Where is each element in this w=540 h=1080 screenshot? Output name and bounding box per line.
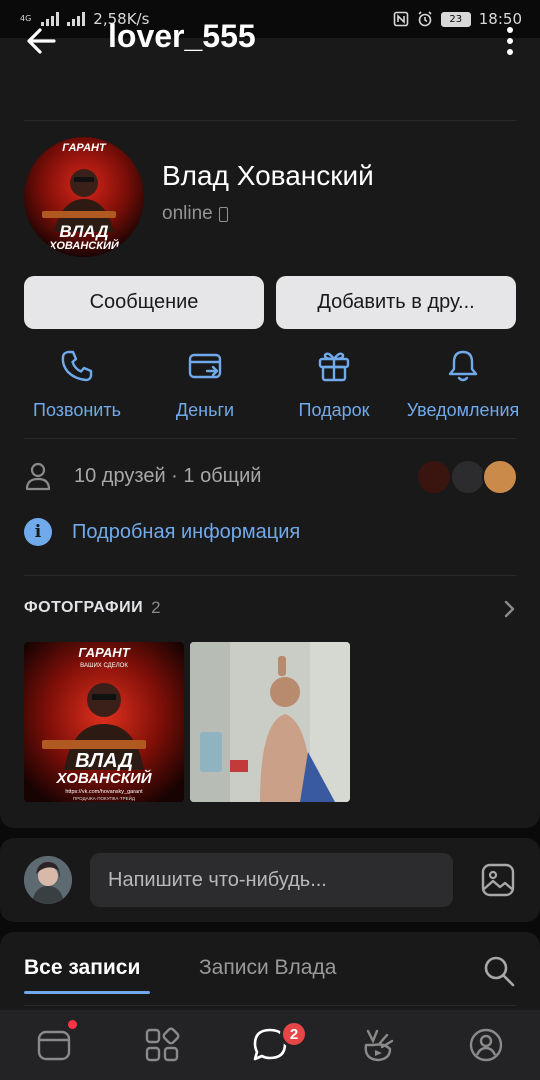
mobile-icon xyxy=(218,206,228,222)
call-action-label: Позвонить xyxy=(33,400,121,420)
profile-name: Влад Хованский xyxy=(162,160,374,191)
person-icon xyxy=(25,462,51,491)
chevron-right-icon[interactable] xyxy=(502,598,516,620)
avatar-image: ГАРАНТ ВЛАД ХОВАНСКИЙ xyxy=(24,137,144,257)
bell-icon xyxy=(448,350,478,382)
photo-thumb-1[interactable]: ГАРАНТ ВАШИХ СДЕЛОК ВЛАД ХОВАНСКИЙ https… xyxy=(24,642,184,802)
money-transfer-icon xyxy=(188,353,222,379)
svg-text:ГАРАНТ: ГАРАНТ xyxy=(78,645,130,660)
tab-own-posts[interactable]: Записи Влада xyxy=(199,956,336,980)
clips-icon xyxy=(364,1029,394,1062)
nav-clips[interactable] xyxy=(324,1010,432,1080)
my-avatar[interactable] xyxy=(24,856,72,904)
svg-text:ГАРАНТ: ГАРАНТ xyxy=(62,142,107,154)
search-icon[interactable] xyxy=(482,954,516,988)
svg-text:ВЛАД: ВЛАД xyxy=(75,750,133,772)
services-icon xyxy=(145,1027,180,1062)
nav-profile[interactable] xyxy=(432,1010,540,1080)
compose-input[interactable]: Напишите что-нибудь... xyxy=(90,853,453,907)
svg-text:https://vk.com/hovansky_garant: https://vk.com/hovansky_garant xyxy=(65,789,143,795)
photo-thumb-2[interactable] xyxy=(190,642,350,802)
signal-icon-2 xyxy=(67,12,86,26)
gift-action-label: Подарок xyxy=(298,400,370,420)
notifications-action-label: Уведомления xyxy=(406,400,520,420)
photo-1-image: ГАРАНТ ВАШИХ СДЕЛОК ВЛАД ХОВАНСКИЙ https… xyxy=(24,642,184,802)
battery-icon: 23 xyxy=(440,11,471,27)
friend-avatar-2 xyxy=(450,459,486,495)
gift-icon xyxy=(318,352,350,382)
nav-feed[interactable] xyxy=(0,1010,108,1080)
money-action[interactable]: Деньги xyxy=(140,348,270,428)
avatar[interactable]: ГАРАНТ ВЛАД ХОВАНСКИЙ xyxy=(24,137,144,257)
message-button[interactable]: Сообщение xyxy=(24,276,264,329)
my-avatar-image xyxy=(24,856,72,904)
nav-services[interactable] xyxy=(108,1010,216,1080)
nfc-icon xyxy=(393,11,409,27)
feed-icon xyxy=(37,1030,71,1061)
svg-text:ВАШИХ СДЕЛОК: ВАШИХ СДЕЛОК xyxy=(80,663,128,669)
online-status: online xyxy=(162,203,228,225)
page-title: lover_555 xyxy=(108,18,256,54)
tab-all-posts[interactable]: Все записи xyxy=(24,956,140,980)
back-arrow-icon[interactable] xyxy=(24,24,58,58)
online-status-text: online xyxy=(162,203,213,224)
friend-avatar-3 xyxy=(482,459,518,495)
feed-unread-dot xyxy=(68,1020,77,1029)
svg-text:ПРОДАЖА·ПОКУПКА·ТРЕЙД: ПРОДАЖА·ПОКУПКА·ТРЕЙД xyxy=(73,794,135,801)
details-label: Подробная информация xyxy=(72,520,301,543)
status-bar: 4G 2,58K/s 23 18:50 xyxy=(0,0,540,38)
money-action-label: Деньги xyxy=(175,400,235,420)
call-action[interactable]: Позвонить xyxy=(12,348,142,428)
profile-icon xyxy=(469,1028,503,1062)
header-divider xyxy=(24,120,516,121)
details-row[interactable]: i Подробная информация xyxy=(24,518,300,546)
add-friend-button[interactable]: Добавить в дру... xyxy=(276,276,516,329)
friends-row[interactable]: 10 друзей · 1 общий xyxy=(24,458,518,495)
messages-badge: 2 xyxy=(280,1020,308,1048)
nav-messages[interactable]: 2 xyxy=(216,1010,324,1080)
photos-count: 2 xyxy=(151,598,161,617)
svg-text:ХОВАНСКИЙ: ХОВАНСКИЙ xyxy=(48,239,120,252)
friend-avatar-1 xyxy=(416,459,452,495)
svg-text:ВЛАД: ВЛАД xyxy=(59,222,108,241)
details-divider xyxy=(24,575,516,576)
bottom-nav: 2 xyxy=(0,1010,540,1080)
gift-action[interactable]: Подарок xyxy=(269,348,399,428)
photos-header[interactable]: ФОТОГРАФИИ 2 xyxy=(24,598,161,618)
photo-2-image xyxy=(190,642,350,802)
phone-icon xyxy=(61,350,93,382)
alarm-icon xyxy=(418,11,432,27)
tabs-divider xyxy=(24,1005,516,1006)
notifications-action[interactable]: Уведомления xyxy=(398,348,528,428)
info-icon: i xyxy=(24,518,52,546)
actions-divider xyxy=(24,438,516,439)
photos-title: ФОТОГРАФИИ xyxy=(24,599,144,616)
active-tab-indicator xyxy=(24,991,150,994)
friends-count: 10 друзей · 1 общий xyxy=(74,464,262,487)
svg-text:ХОВАНСКИЙ: ХОВАНСКИЙ xyxy=(55,769,152,787)
more-options-icon[interactable] xyxy=(504,24,516,58)
network-type: 4G xyxy=(20,14,32,23)
image-icon[interactable] xyxy=(480,862,516,898)
